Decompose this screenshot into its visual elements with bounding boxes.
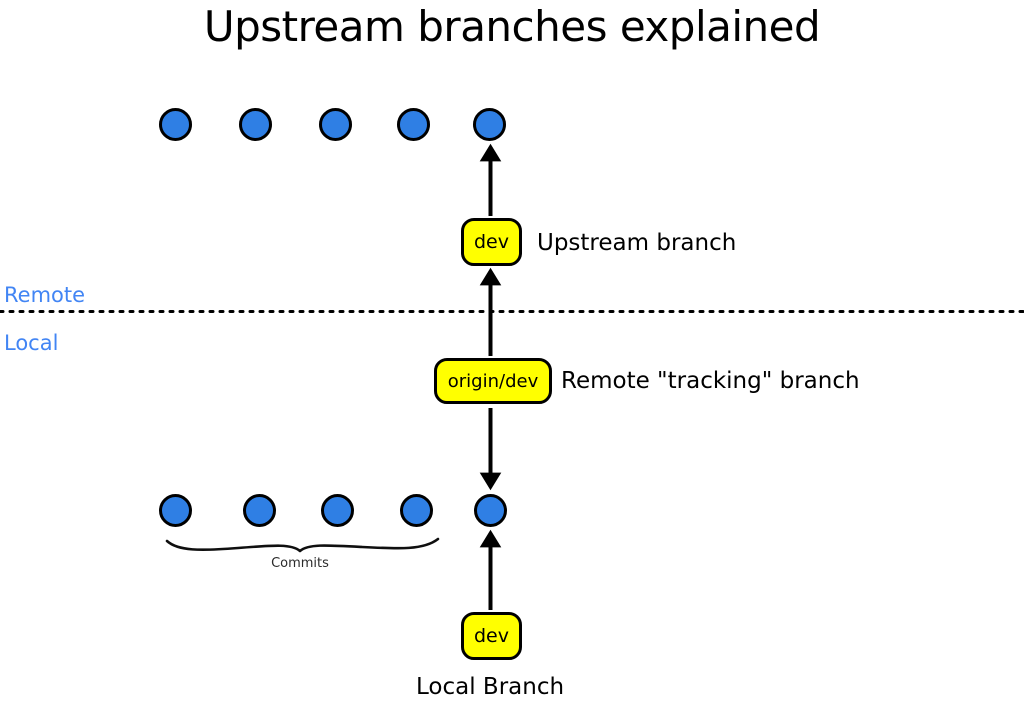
local-branch-box: dev [461,612,522,660]
local-commit-4 [400,494,433,527]
local-commit-1 [159,494,192,527]
page-title: Upstream branches explained [203,2,821,51]
commits-brace [165,537,440,553]
local-branch-annotation: Local Branch [416,674,565,700]
diagram-canvas: Upstream branches explained dev Upstream… [0,0,1024,702]
remote-commit-4 [397,108,430,141]
local-commit-2 [243,494,276,527]
remote-commit-1 [159,108,192,141]
tracking-branch-annotation: Remote "tracking" branch [561,368,860,394]
local-branch-label: dev [474,625,509,647]
local-zone-label: Local [4,331,59,355]
tracking-branch-box: origin/dev [434,358,552,404]
upstream-branch-annotation: Upstream branch [537,230,737,256]
local-commit-3 [321,494,354,527]
tracking-branch-label: origin/dev [447,370,539,392]
remote-commit-2 [239,108,272,141]
diagram-connectors [0,143,1024,610]
remote-commit-3 [319,108,352,141]
upstream-branch-box: dev [461,218,522,266]
commits-brace-label: Commits [271,556,329,571]
remote-zone-label: Remote [4,283,86,307]
remote-commit-head [473,108,506,141]
local-commit-head [474,494,507,527]
upstream-branch-label: dev [474,231,509,253]
